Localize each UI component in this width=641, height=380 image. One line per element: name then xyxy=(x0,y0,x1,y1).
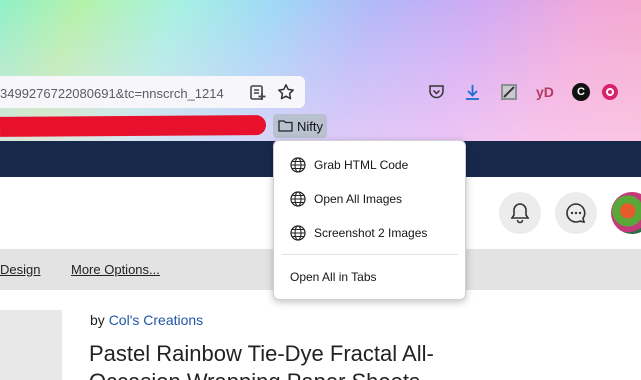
notifications-button[interactable] xyxy=(499,192,541,234)
messages-button[interactable] xyxy=(555,192,597,234)
nav-link-design[interactable]: Design xyxy=(0,262,40,277)
reader-add-icon[interactable] xyxy=(249,84,267,102)
byline: by Col's Creations xyxy=(90,312,203,328)
url-text[interactable]: 3499276722080691&tc=nnscrch_1214 xyxy=(0,86,240,102)
bookmark-label: Nifty xyxy=(297,119,323,134)
menu-item-label: Open All Images xyxy=(314,192,403,206)
globe-icon xyxy=(290,191,306,207)
menu-item-open-all-images[interactable]: Open All Images xyxy=(274,184,465,214)
byline-prefix: by xyxy=(90,312,105,328)
menu-item-grab-html-code[interactable]: Grab HTML Code xyxy=(274,150,465,180)
globe-icon xyxy=(290,225,306,241)
menu-item-label: Screenshot 2 Images xyxy=(314,226,428,240)
bell-icon xyxy=(510,203,530,224)
chat-bubble-icon xyxy=(566,203,586,224)
star-icon[interactable] xyxy=(277,83,295,101)
menu-item-label: Grab HTML Code xyxy=(314,158,409,172)
pocket-icon[interactable] xyxy=(428,84,445,100)
folder-icon xyxy=(278,120,293,132)
firefox-extension-icon[interactable] xyxy=(601,83,619,101)
bookmark-folder-nifty[interactable]: Nifty xyxy=(273,114,327,138)
bookmark-folder-menu: Grab HTML Code Open All Images Screensho… xyxy=(273,140,466,300)
redaction-scribble xyxy=(0,115,267,137)
menu-item-open-all-in-tabs[interactable]: Open All in Tabs xyxy=(274,262,465,292)
page-title: Pastel Rainbow Tie-Dye Fractal All-Occas… xyxy=(89,341,434,380)
c-extension-icon[interactable]: C xyxy=(572,83,590,101)
author-link[interactable]: Col's Creations xyxy=(109,312,204,328)
download-icon[interactable] xyxy=(464,83,481,101)
menu-separator xyxy=(282,254,458,255)
menu-item-label: Open All in Tabs xyxy=(290,270,377,284)
menu-item-screenshot-2-images[interactable]: Screenshot 2 Images xyxy=(274,218,465,248)
nav-link-more-options[interactable]: More Options... xyxy=(71,262,160,277)
yd-extension-icon[interactable]: yD xyxy=(536,84,554,100)
screenshot-extension-icon[interactable] xyxy=(500,83,518,101)
globe-icon xyxy=(290,157,306,173)
product-thumbnail[interactable] xyxy=(0,310,62,380)
